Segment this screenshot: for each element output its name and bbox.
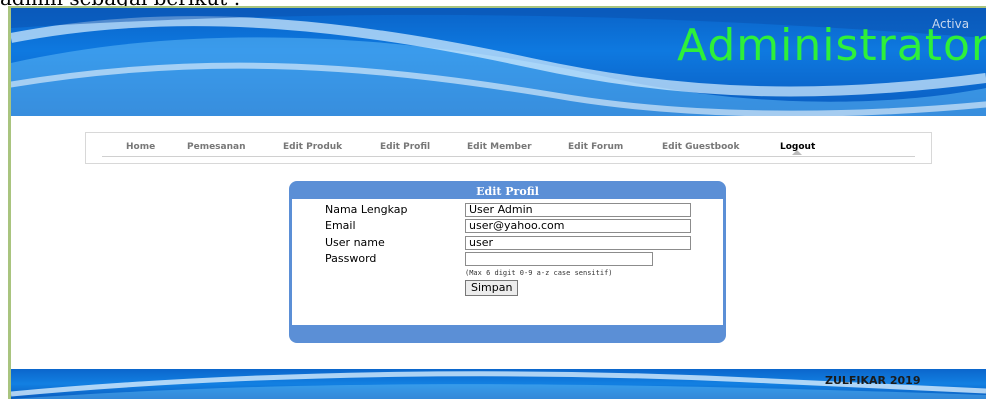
activate-windows-watermark: Activa xyxy=(932,17,970,31)
nav-item-pemesanan[interactable]: Pemesanan xyxy=(187,142,246,152)
footer-banner: ZULFIKAR 2019 xyxy=(11,369,986,399)
main-nav: Home Pemesanan Edit Produk Edit Profil E… xyxy=(85,132,932,164)
nav-item-edit-produk[interactable]: Edit Produk xyxy=(283,142,342,152)
nav-item-edit-member[interactable]: Edit Member xyxy=(467,142,532,152)
nav-item-home[interactable]: Home xyxy=(126,142,155,152)
panel-title: Edit Profil xyxy=(476,185,539,198)
nav-active-indicator-icon xyxy=(792,150,802,155)
panel-body: Nama Lengkap User Admin Email user@yahoo… xyxy=(292,199,723,325)
nav-item-edit-forum[interactable]: Edit Forum xyxy=(568,142,623,152)
simpan-button[interactable]: Simpan xyxy=(465,280,519,296)
nama-lengkap-label: Nama Lengkap xyxy=(325,203,408,216)
nav-item-edit-profil[interactable]: Edit Profil xyxy=(380,142,430,152)
nav-divider xyxy=(102,156,915,157)
nama-lengkap-input[interactable]: User Admin xyxy=(465,203,691,217)
header-banner: Administrator xyxy=(11,8,986,116)
nav-item-edit-guestbook[interactable]: Edit Guestbook xyxy=(662,142,739,152)
username-label: User name xyxy=(325,236,385,249)
password-hint: (Max 6 digit 0-9 a-z case sensitif) xyxy=(465,269,613,277)
email-label: Email xyxy=(325,219,356,232)
username-input[interactable]: user xyxy=(465,236,691,250)
email-input[interactable]: user@yahoo.com xyxy=(465,219,691,233)
footer-credit: ZULFIKAR 2019 xyxy=(825,374,921,387)
edit-profile-panel: Edit Profil Nama Lengkap User Admin Emai… xyxy=(289,181,726,343)
password-label: Password xyxy=(325,252,377,265)
password-input[interactable] xyxy=(465,252,653,266)
